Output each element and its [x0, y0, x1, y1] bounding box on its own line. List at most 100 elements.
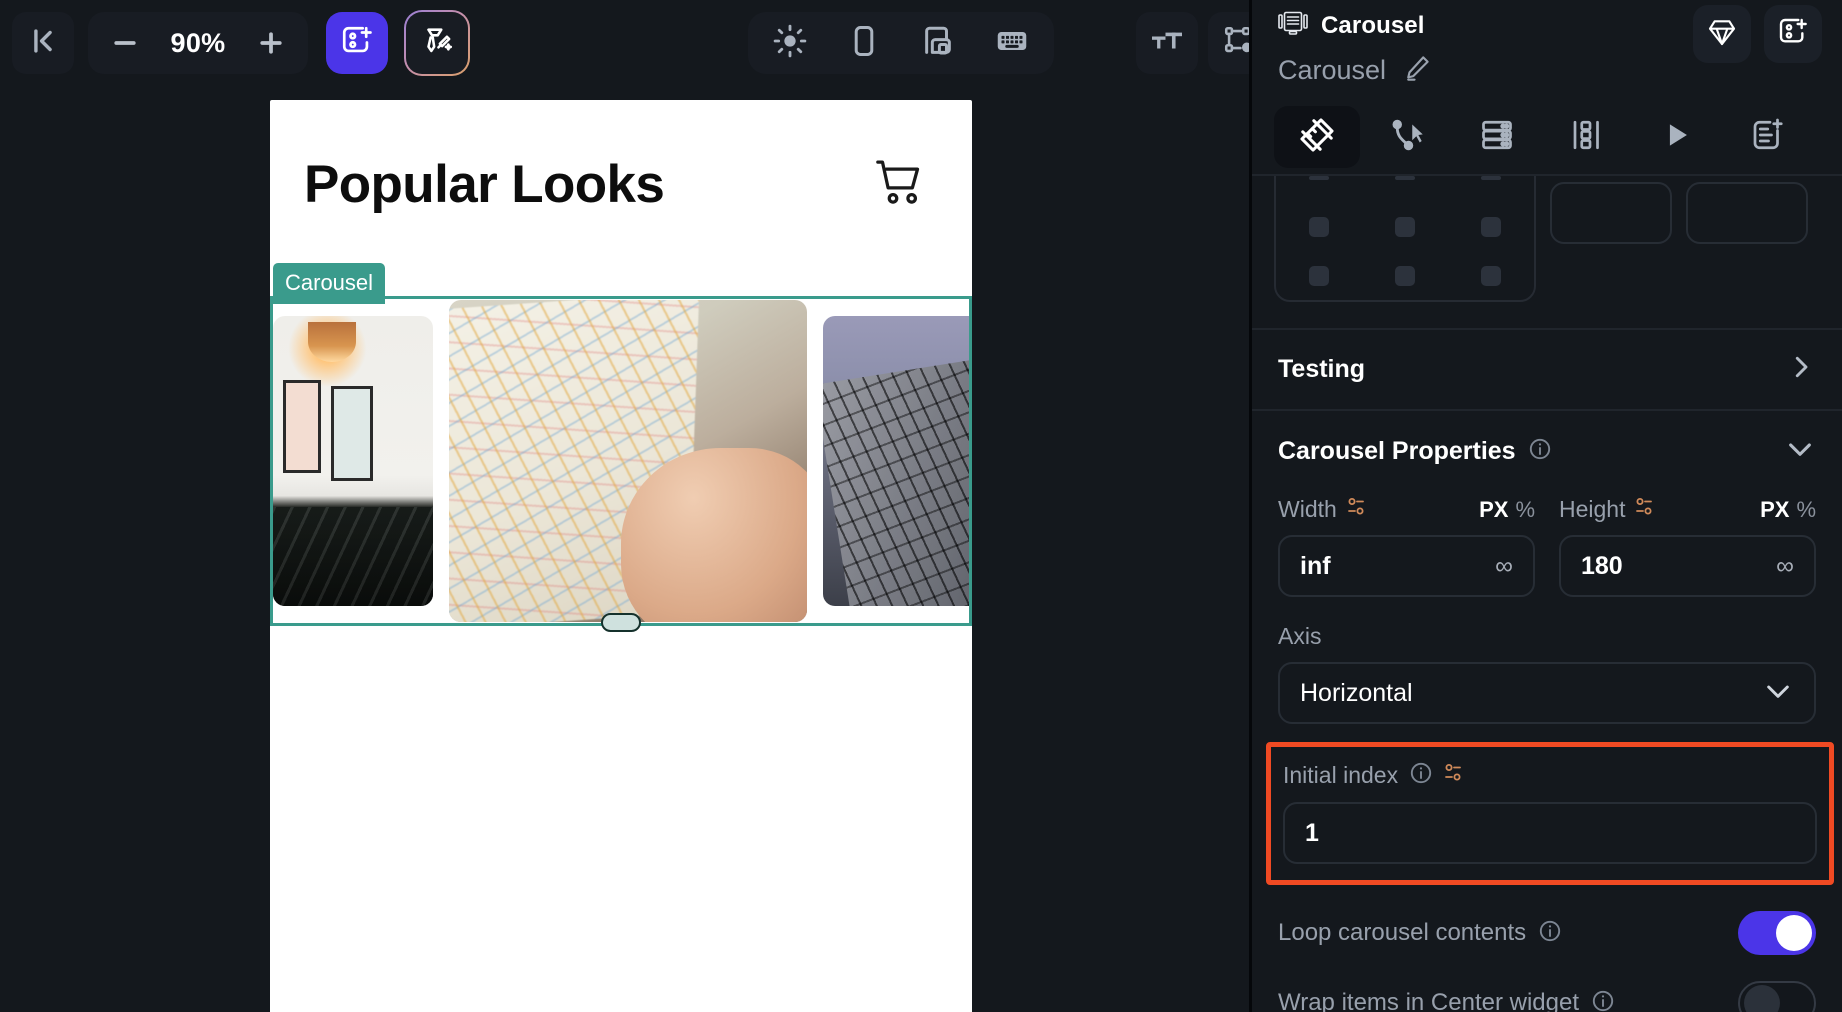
- width-unit-toggle[interactable]: PX %: [1479, 497, 1535, 523]
- theme-toggle-button[interactable]: [762, 15, 818, 71]
- keyboard-icon: [994, 23, 1030, 64]
- loop-carousel-label-left: Loop carousel contents: [1278, 919, 1562, 948]
- design-canvas[interactable]: Popular Looks Carousel: [0, 86, 1249, 1012]
- carousel-properties-header[interactable]: Carousel Properties: [1252, 411, 1842, 492]
- set-variable-icon[interactable]: [1347, 496, 1373, 523]
- chevron-down-icon[interactable]: [1784, 433, 1816, 470]
- height-unit-percent[interactable]: %: [1796, 497, 1816, 523]
- loop-carousel-toggle-knob: [1776, 915, 1812, 951]
- width-infinity-icon[interactable]: ∞: [1495, 552, 1513, 581]
- loop-carousel-label: Loop carousel contents: [1278, 919, 1527, 946]
- height-unit-px[interactable]: PX: [1760, 497, 1789, 523]
- carousel-slide-1[interactable]: [273, 316, 433, 606]
- add-widget-icon: [340, 24, 374, 63]
- padding-handle-top-right[interactable]: [1481, 176, 1501, 181]
- testing-label: Testing: [1278, 355, 1366, 383]
- edit-pencil-icon[interactable]: [1402, 53, 1432, 88]
- responsive-layout-button[interactable]: [910, 15, 966, 71]
- keyboard-toggle-button[interactable]: [984, 15, 1040, 71]
- width-unit-percent[interactable]: %: [1515, 497, 1535, 523]
- tab-state[interactable]: [1544, 106, 1630, 168]
- initial-index-input[interactable]: 1: [1283, 802, 1817, 864]
- width-value: inf: [1300, 551, 1331, 580]
- responsive-layout-icon: [921, 24, 955, 63]
- wrap-center-row: Wrap items in Center widget: [1252, 955, 1842, 1012]
- loop-carousel-toggle[interactable]: [1738, 911, 1816, 955]
- padding-handle-mid-right[interactable]: [1481, 216, 1501, 237]
- panel-scroll-region[interactable]: Testing Carousel Properties Width PX % i…: [1252, 176, 1842, 1012]
- info-icon[interactable]: [1409, 761, 1433, 790]
- glass-building-photo: [823, 316, 969, 606]
- shopping-cart-icon[interactable]: [872, 154, 928, 215]
- padding-handle-bottom-left[interactable]: [1309, 265, 1329, 286]
- padding-handle-top-left[interactable]: [1309, 176, 1329, 181]
- top-toolbar: 90%: [0, 0, 1270, 86]
- testing-section-header[interactable]: Testing: [1252, 330, 1842, 409]
- tab-animations[interactable]: [1634, 106, 1720, 168]
- panel-header-actions: [1693, 5, 1822, 63]
- zoom-control-group: 90%: [88, 12, 308, 74]
- mobile-device-icon: [847, 24, 881, 63]
- wrap-center-label-left: Wrap items in Center widget: [1278, 989, 1615, 1012]
- height-field-group: Height PX % 180 ∞: [1559, 496, 1816, 597]
- tab-documentation[interactable]: [1724, 106, 1810, 168]
- padding-handle-bottom-center[interactable]: [1395, 265, 1415, 286]
- height-infinity-icon[interactable]: ∞: [1776, 552, 1794, 581]
- carousel-properties-header-left: Carousel Properties: [1278, 437, 1552, 466]
- initial-index-label-row: Initial index: [1283, 761, 1817, 790]
- initial-index-label: Initial index: [1283, 762, 1399, 788]
- carousel-track[interactable]: [273, 299, 969, 623]
- zoom-in-button[interactable]: [248, 20, 294, 66]
- text-scale-button[interactable]: [1136, 12, 1198, 74]
- map-in-hands-photo: [449, 300, 807, 622]
- width-input[interactable]: inf ∞: [1278, 535, 1535, 597]
- widget-name-value: Carousel: [1278, 55, 1387, 85]
- tab-properties[interactable]: [1274, 106, 1360, 168]
- add-widget-button[interactable]: [326, 12, 388, 74]
- wrap-center-toggle[interactable]: [1738, 981, 1816, 1012]
- ai-generate-button[interactable]: [404, 10, 470, 76]
- chevron-right-icon[interactable]: [1786, 352, 1816, 387]
- set-variable-icon[interactable]: [1635, 496, 1661, 523]
- padding-handle-bottom-right[interactable]: [1481, 265, 1501, 286]
- info-icon[interactable]: [1591, 989, 1615, 1012]
- carousel-slide-3[interactable]: [823, 316, 969, 606]
- zoom-out-button[interactable]: [102, 20, 148, 66]
- interior-cafe-photo: [273, 316, 433, 606]
- brightness-icon: [773, 24, 807, 63]
- wrap-center-label: Wrap items in Center widget: [1278, 989, 1580, 1012]
- chevron-down-icon[interactable]: [1762, 675, 1794, 712]
- width-label: Width: [1278, 496, 1337, 522]
- padding-grid[interactable]: [1274, 176, 1536, 302]
- collapse-panel-button[interactable]: [12, 12, 74, 74]
- axis-select[interactable]: Horizontal: [1278, 662, 1816, 724]
- info-icon[interactable]: [1528, 437, 1552, 466]
- device-preview-button[interactable]: [836, 15, 892, 71]
- view-options-group: [748, 12, 1054, 74]
- padding-field-1[interactable]: [1550, 182, 1672, 244]
- width-unit-px[interactable]: PX: [1479, 497, 1508, 523]
- carousel-slide-2[interactable]: [449, 300, 807, 622]
- carousel-widget-selection[interactable]: Carousel: [270, 263, 972, 632]
- width-label-left: Width: [1278, 496, 1373, 523]
- tab-actions[interactable]: [1364, 106, 1450, 168]
- info-icon[interactable]: [1538, 919, 1562, 948]
- carousel-resize-handle[interactable]: [601, 613, 641, 632]
- axis-value: Horizontal: [1300, 678, 1413, 707]
- diamond-icon: [1706, 16, 1738, 53]
- tab-backend-query[interactable]: [1454, 106, 1540, 168]
- theme-gem-button[interactable]: [1693, 5, 1751, 63]
- padding-handle-mid-center[interactable]: [1395, 216, 1415, 237]
- carousel-widget-icon: [1278, 10, 1308, 41]
- zoom-level-label: 90%: [170, 27, 226, 58]
- padding-field-2[interactable]: [1686, 182, 1808, 244]
- set-variable-icon[interactable]: [1444, 762, 1470, 789]
- ruler-pencil-icon: [1298, 116, 1336, 159]
- padding-handle-mid-left[interactable]: [1309, 216, 1329, 237]
- loop-carousel-row: Loop carousel contents: [1252, 885, 1842, 955]
- height-unit-toggle[interactable]: PX %: [1760, 497, 1816, 523]
- add-widget-button-panel[interactable]: [1764, 5, 1822, 63]
- padding-handle-top-center[interactable]: [1395, 176, 1415, 181]
- height-input[interactable]: 180 ∞: [1559, 535, 1816, 597]
- axis-label: Axis: [1278, 623, 1322, 649]
